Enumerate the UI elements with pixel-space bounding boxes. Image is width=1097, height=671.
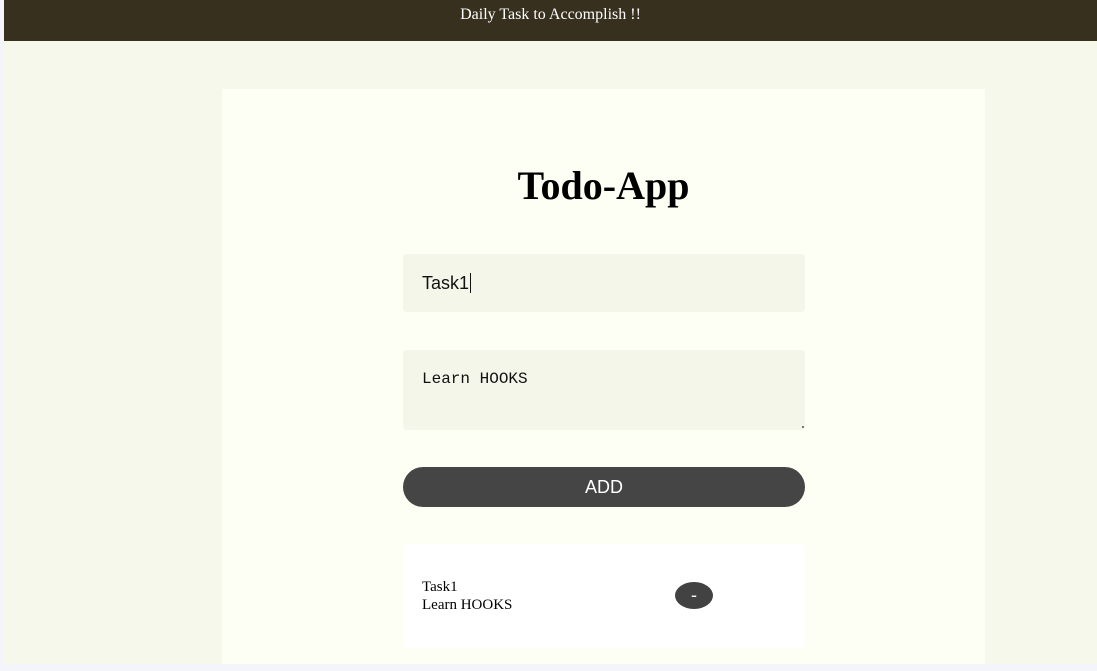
add-button[interactable]: ADD [403, 467, 805, 507]
text-caret [470, 273, 472, 293]
banner-text: Daily Task to Accomplish !! [460, 6, 641, 23]
resize-grip-icon[interactable] [802, 426, 804, 428]
task-description-value: Learn HOOKS [422, 370, 528, 388]
page-title: Todo-App [517, 163, 690, 208]
task-description-textarea[interactable]: Learn HOOKS [403, 350, 805, 430]
page-background: Daily Task to Accomplish !! Todo-App Tas… [4, 0, 1097, 664]
task-item-title: Task1 [422, 579, 458, 595]
top-banner: Daily Task to Accomplish !! [4, 0, 1097, 41]
task-title-input[interactable]: Task1 [403, 254, 805, 312]
task-title-value: Task1 [422, 273, 470, 293]
list-item: Task1 Learn HOOKS - [403, 544, 805, 648]
remove-task-button[interactable]: - [675, 582, 713, 609]
task-item-description: Learn HOOKS [422, 597, 513, 613]
task-text: Task1 Learn HOOKS [422, 578, 512, 614]
